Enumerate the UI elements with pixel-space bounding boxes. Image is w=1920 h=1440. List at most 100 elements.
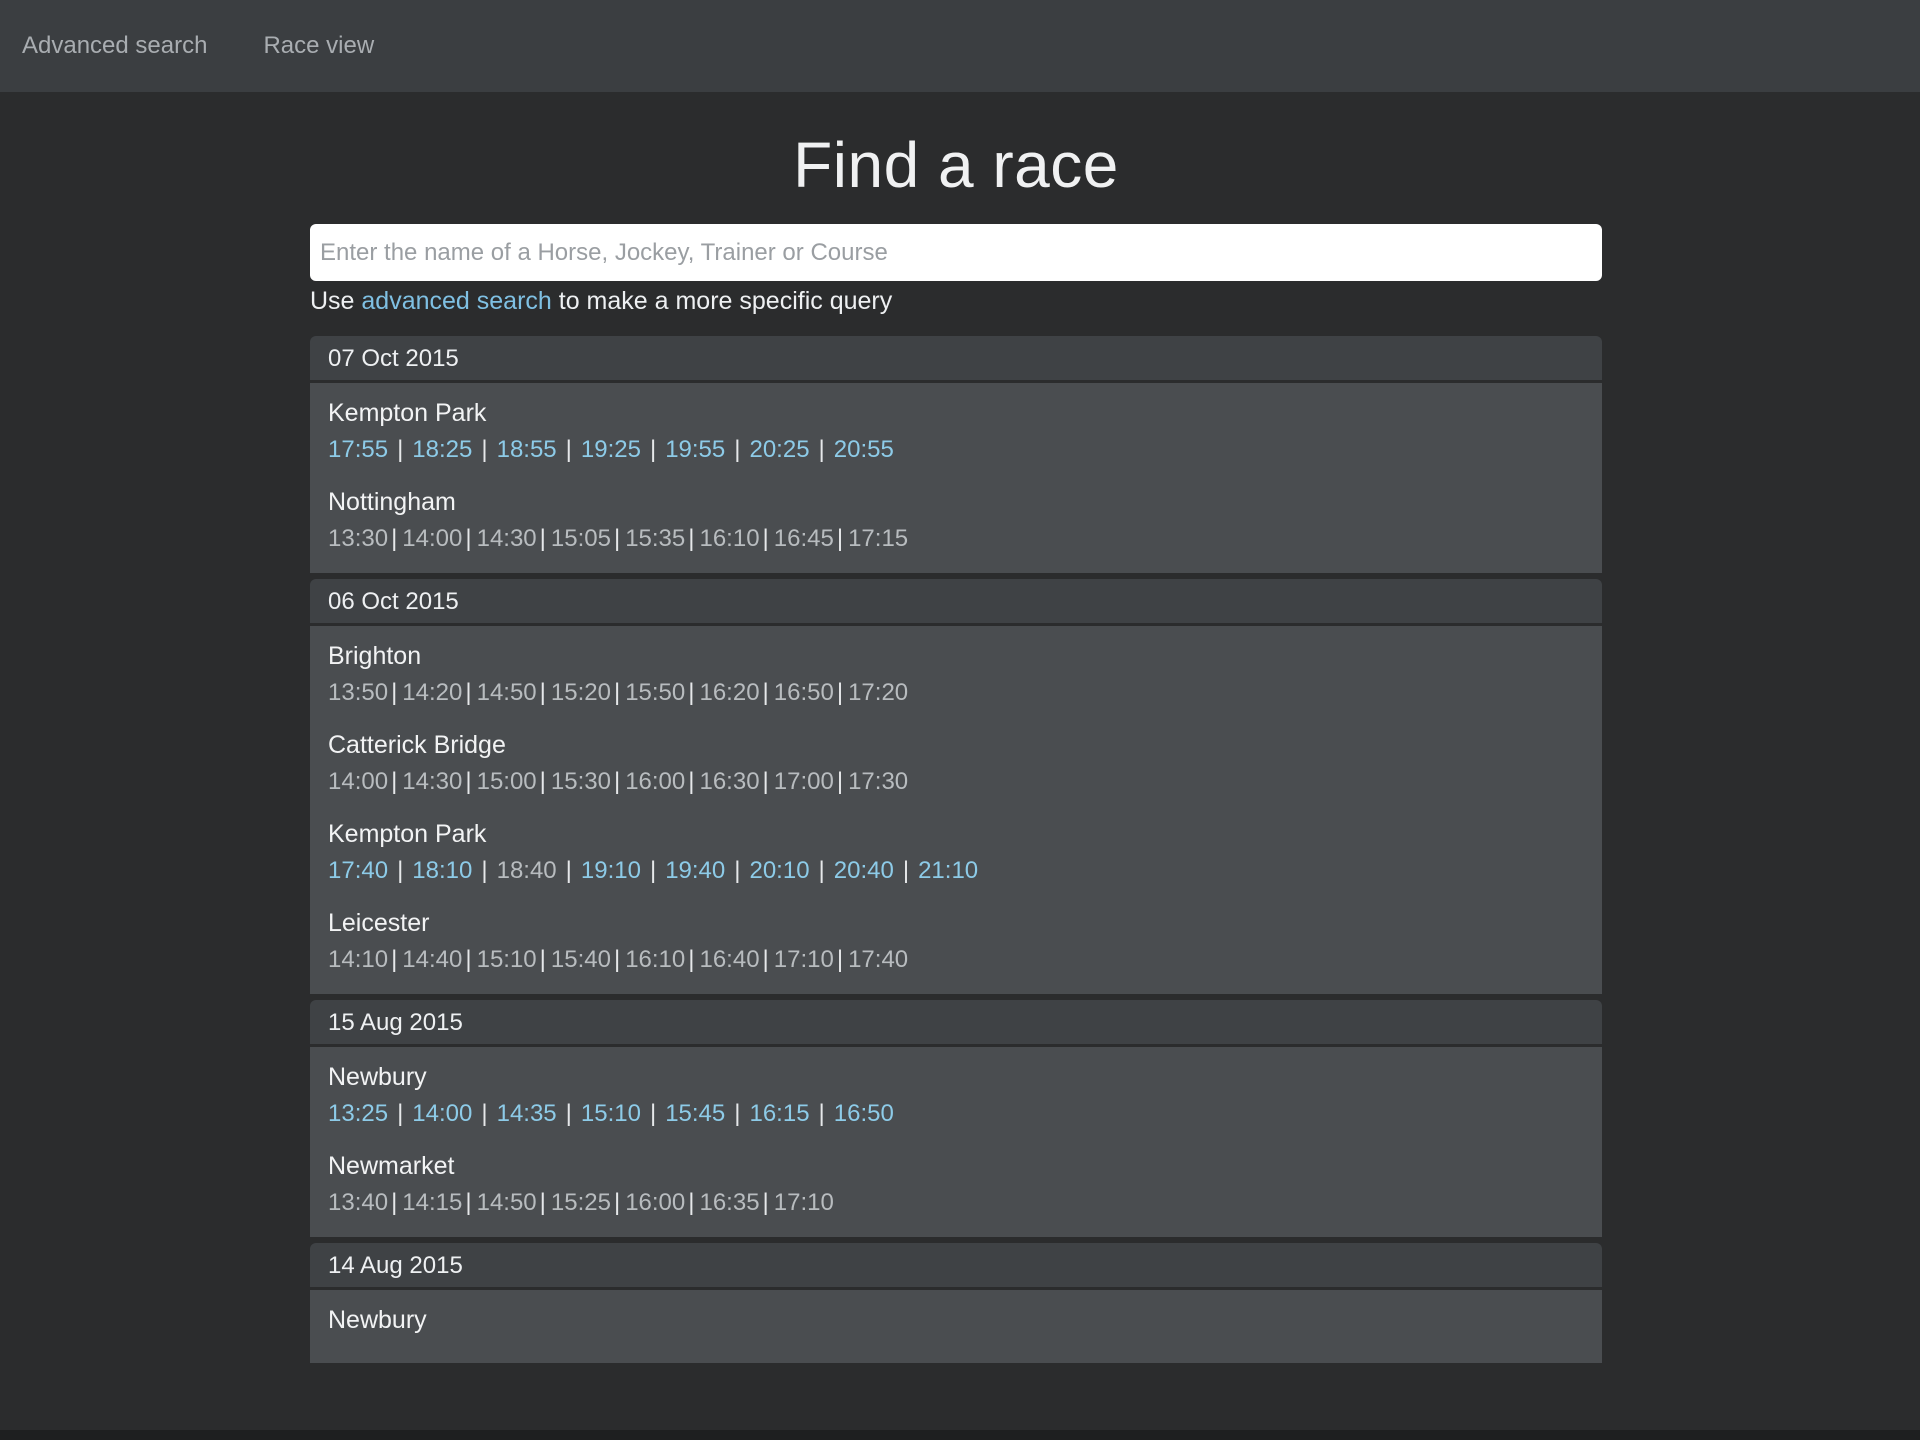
- course-entry: Nottingham 13:30 | 14:00 | 14:30 | 15:05 | 15:35 |…: [328, 488, 1584, 553]
- time-separator: |: [565, 1100, 572, 1127]
- race-time: 16:35: [699, 1189, 760, 1216]
- race-time-link[interactable]: 14:35: [497, 1100, 557, 1127]
- time-separator: |: [818, 857, 825, 884]
- race-times: 17:40 | 18:10 | 18:40 | 19:10 | 19:40 | 20:10 | 20:4…: [328, 857, 1584, 885]
- race-time-link[interactable]: 20:10: [749, 857, 809, 884]
- race-time-link[interactable]: 14:00: [412, 1100, 472, 1127]
- race-time-link[interactable]: 21:10: [918, 857, 978, 884]
- race-time: 14:15: [402, 1189, 463, 1216]
- race-time-link[interactable]: 18:55: [497, 436, 557, 463]
- race-time: 14:50: [476, 679, 537, 706]
- race-times: 13:40 | 14:15 | 14:50 | 15:25 | 16:00 | 16:35 | 17:1…: [328, 1189, 1584, 1217]
- time-separator: |: [465, 679, 472, 706]
- race-time-link[interactable]: 16:15: [749, 1100, 809, 1127]
- day-panel: 15 Aug 2015 Newbury 13:25 | 14:00 | 14:35 | 15:1…: [310, 1000, 1602, 1237]
- main-container: Find a race Use advanced search to make …: [310, 128, 1602, 1363]
- race-time: 17:15: [848, 525, 909, 552]
- time-separator: |: [649, 1100, 657, 1127]
- race-time-link[interactable]: 20:55: [834, 436, 894, 463]
- race-time: 16:00: [625, 768, 686, 795]
- time-separator: |: [391, 768, 398, 795]
- time-separator: |: [649, 857, 657, 884]
- course-name: Kempton Park: [328, 399, 487, 427]
- course-entry: Kempton Park 17:55 | 18:25 | 18:55 | 19:25 | 19:5…: [328, 399, 1584, 464]
- day-header-date: 15 Aug 2015: [310, 1000, 1602, 1047]
- race-time-link[interactable]: 15:45: [665, 1100, 725, 1127]
- race-time: 14:50: [476, 1189, 537, 1216]
- bottom-edge: [0, 1430, 1920, 1440]
- time-separator: |: [688, 525, 695, 552]
- race-time: 16:40: [699, 946, 760, 973]
- course-name: Newbury: [328, 1063, 427, 1091]
- nav-race-view[interactable]: Race view: [263, 32, 374, 60]
- time-separator: |: [613, 525, 621, 552]
- race-times: 14:00 | 14:30 | 15:00 | 15:30 | 16:00 | 16:30 | 17:0…: [328, 768, 1584, 796]
- race-time: 16:10: [625, 946, 686, 973]
- time-separator: |: [836, 768, 844, 795]
- time-separator: |: [397, 857, 404, 884]
- time-separator: |: [836, 525, 844, 552]
- time-separator: |: [734, 436, 741, 463]
- race-times: 17:55 | 18:25 | 18:55 | 19:25 | 19:55 | 20:25 | 20:5…: [328, 436, 1584, 464]
- race-time: 16:50: [773, 679, 834, 706]
- course-name: Leicester: [328, 909, 430, 937]
- time-separator: |: [734, 857, 741, 884]
- time-separator: |: [539, 525, 546, 552]
- course-name: Catterick Bridge: [328, 731, 506, 759]
- race-time: 17:40: [848, 946, 909, 973]
- time-separator: |: [902, 857, 910, 884]
- course-entry: Newbury: [328, 1306, 1584, 1335]
- race-time: 15:35: [625, 525, 686, 552]
- day-body: Brighton 13:50 | 14:20 | 14:50 | 15:20 | 15:50 | 16…: [310, 626, 1602, 994]
- race-time: 14:00: [328, 768, 389, 795]
- search-hint: Use advanced search to make a more speci…: [310, 287, 1602, 316]
- advanced-search-link[interactable]: advanced search: [361, 287, 551, 315]
- race-time-link[interactable]: 18:10: [412, 857, 472, 884]
- race-time: 14:30: [402, 768, 463, 795]
- course-name: Newbury: [328, 1306, 427, 1334]
- race-times: 13:25 | 14:00 | 14:35 | 15:10 | 15:45 | 16:15 | 16:5…: [328, 1100, 1584, 1128]
- race-time-link[interactable]: 15:10: [581, 1100, 641, 1127]
- page-title: Find a race: [793, 129, 1119, 201]
- race-time: 15:25: [550, 1189, 611, 1216]
- race-time-link[interactable]: 19:25: [581, 436, 641, 463]
- race-time: 13:30: [328, 525, 389, 552]
- time-separator: |: [688, 1189, 695, 1216]
- time-separator: |: [613, 768, 621, 795]
- race-time-link[interactable]: 17:40: [328, 857, 388, 884]
- search-input[interactable]: [310, 224, 1602, 281]
- race-time: 15:30: [550, 768, 611, 795]
- time-separator: |: [539, 679, 546, 706]
- race-time: 15:00: [476, 768, 537, 795]
- race-time: 17:10: [773, 1189, 834, 1216]
- race-time-link[interactable]: 19:10: [581, 857, 641, 884]
- day-panel: 06 Oct 2015 Brighton 13:50 | 14:20 | 14:50 | 15:…: [310, 579, 1602, 994]
- race-times: 13:50 | 14:20 | 14:50 | 15:20 | 15:50 | 16:20 | 16:5…: [328, 679, 1584, 707]
- race-time: 15:10: [476, 946, 537, 973]
- race-time: 16:10: [699, 525, 760, 552]
- race-time-link[interactable]: 20:25: [749, 436, 809, 463]
- time-separator: |: [836, 679, 844, 706]
- time-separator: |: [465, 1189, 472, 1216]
- race-time-link[interactable]: 19:40: [665, 857, 725, 884]
- race-time-link[interactable]: 17:55: [328, 436, 388, 463]
- time-separator: |: [391, 679, 398, 706]
- race-time-link[interactable]: 19:55: [665, 436, 725, 463]
- race-time-link[interactable]: 18:25: [412, 436, 472, 463]
- top-navbar: Advanced search Race view: [0, 0, 1920, 92]
- race-time: 17:00: [773, 768, 834, 795]
- race-time-link[interactable]: 20:40: [834, 857, 894, 884]
- race-time: 15:20: [550, 679, 611, 706]
- time-separator: |: [762, 525, 769, 552]
- race-day-list: 07 Oct 2015 Kempton Park 17:55 | 18:25 | 18:55…: [310, 336, 1602, 1363]
- nav-advanced-search[interactable]: Advanced search: [22, 32, 207, 60]
- race-time-link[interactable]: 13:25: [328, 1100, 388, 1127]
- race-time: 14:40: [402, 946, 463, 973]
- time-separator: |: [391, 525, 398, 552]
- time-separator: |: [762, 768, 769, 795]
- time-separator: |: [688, 768, 695, 795]
- day-header-date: 06 Oct 2015: [310, 579, 1602, 626]
- time-separator: |: [613, 1189, 621, 1216]
- race-time: 16:00: [625, 1189, 686, 1216]
- race-time-link[interactable]: 16:50: [834, 1100, 894, 1127]
